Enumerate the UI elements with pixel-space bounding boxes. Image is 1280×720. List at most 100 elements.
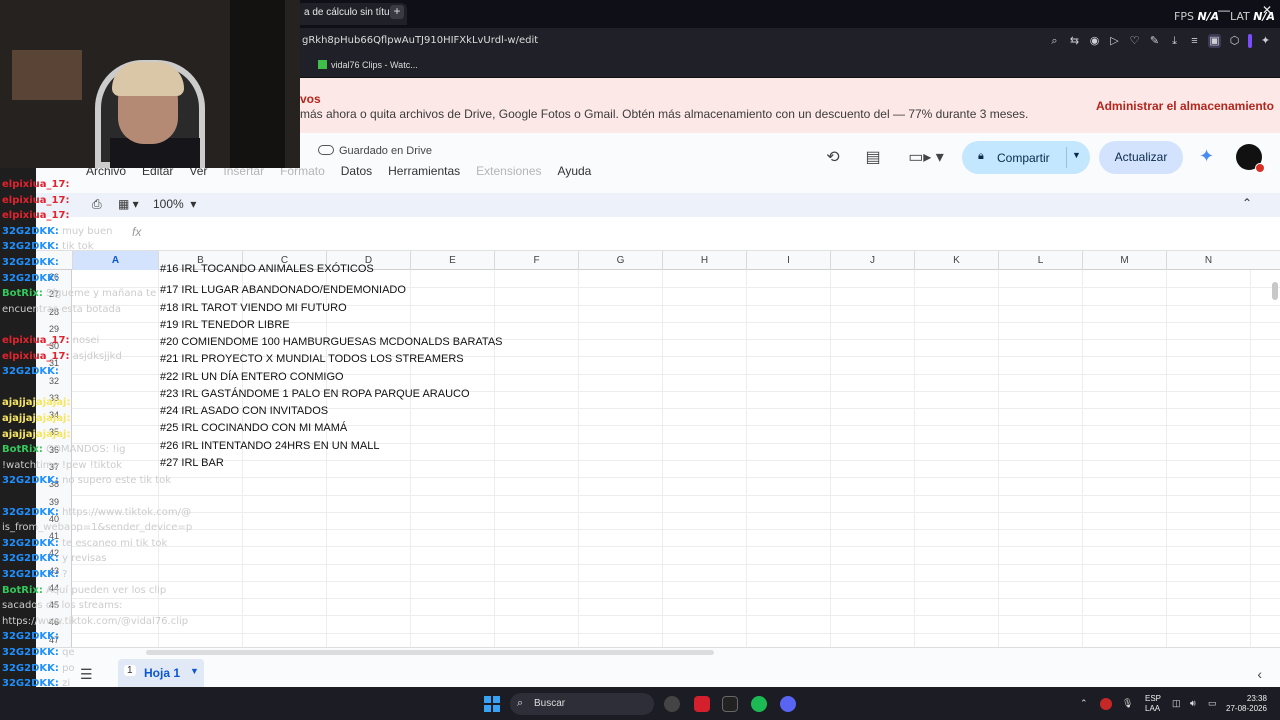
col-header[interactable]: G (578, 251, 662, 270)
col-header[interactable]: L (998, 251, 1082, 270)
clock[interactable]: 23:38 27-08-2026 (1226, 694, 1267, 714)
col-header[interactable]: J (830, 251, 914, 270)
vertical-scrollbar[interactable] (1272, 282, 1278, 300)
update-button[interactable]: Actualizar (1099, 141, 1183, 174)
chat-username[interactable]: 32G2DKK: (2, 569, 59, 580)
col-header[interactable]: I (746, 251, 830, 270)
opera-gx-icon[interactable] (694, 696, 710, 712)
new-tab-button[interactable]: + (390, 5, 404, 19)
chat-username[interactable]: 32G2DKK: (2, 663, 59, 674)
share-dropdown-icon[interactable]: ▼ (1072, 150, 1081, 160)
col-header[interactable]: N (1166, 251, 1250, 270)
bookmark-heart-icon[interactable]: ♡ (1128, 34, 1141, 48)
taskbar-search[interactable]: ⌕ Buscar (510, 693, 654, 715)
menu-datos[interactable]: Datos (341, 164, 372, 178)
saved-status[interactable]: Guardado en Drive (318, 145, 432, 157)
col-header[interactable]: F (494, 251, 578, 270)
menu-extensiones[interactable]: Extensiones (476, 164, 541, 178)
chevron-up-icon[interactable]: ⌃ (1242, 196, 1252, 210)
sheet-tab-dropdown-icon[interactable]: ▼ (190, 666, 199, 676)
chat-username[interactable]: elpixiua_17: (2, 179, 69, 190)
cell-b[interactable]: #23 IRL GASTÁNDOME 1 PALO EN ROPA PARQUE… (160, 388, 470, 400)
microphone-icon[interactable]: 🎙︎ (1122, 698, 1133, 709)
cell-b[interactable]: #18 IRL TAROT VIENDO MI FUTURO (160, 302, 347, 314)
sidebar-indicator-icon[interactable] (1248, 34, 1252, 48)
network-icon[interactable]: ◫ (1172, 698, 1181, 709)
chat-username[interactable]: 32G2DKK: (2, 507, 59, 518)
chat-username[interactable]: 32G2DKK: (2, 475, 59, 486)
discord-icon[interactable] (780, 696, 796, 712)
col-header[interactable]: E (410, 251, 494, 270)
share-button[interactable]: 🔒︎ Compartir ▼ (962, 141, 1090, 174)
banner-message: más ahora o quita archivos de Drive, Goo… (300, 107, 1029, 121)
download-icon[interactable]: ⤓ (1168, 34, 1181, 48)
translate-icon[interactable]: ⇆ (1068, 34, 1081, 48)
chat-username[interactable]: ajajjajajajaj: (2, 429, 70, 440)
chat-username[interactable]: elpixiua_17: (2, 210, 69, 221)
cell-b[interactable]: #25 IRL COCINANDO CON MI MAMÁ (160, 422, 347, 434)
camera-icon[interactable]: ◉ (1088, 34, 1101, 48)
chat-username[interactable]: 32G2DKK: (2, 257, 59, 268)
battery-icon[interactable]: ▭ (1208, 698, 1217, 709)
chat-username[interactable]: 32G2DKK: (2, 366, 59, 377)
menu-herramientas[interactable]: Herramientas (388, 164, 460, 178)
chat-username[interactable]: 32G2DKK: (2, 538, 59, 549)
collapse-side-panel-icon[interactable]: ‹ (1257, 666, 1262, 682)
chat-username[interactable]: BotRix: (2, 444, 43, 455)
obs-icon[interactable] (664, 696, 680, 712)
epic-games-icon[interactable] (722, 696, 738, 712)
cell-b[interactable]: #26 IRL INTENTANDO 24HRS EN UN MALL (160, 440, 379, 452)
spotify-icon[interactable] (751, 696, 767, 712)
cell-b[interactable]: #16 IRL TOCANDO ANIMALES EXÓTICOS (160, 263, 374, 275)
wallet-icon[interactable]: ▣ (1208, 34, 1221, 48)
cube-icon[interactable]: ⬡ (1228, 34, 1241, 48)
avatar[interactable] (1236, 144, 1265, 173)
chat-username[interactable]: ajajjajajajaj: (2, 397, 70, 408)
search-icon: ⌕ (517, 697, 524, 709)
video-call-icon[interactable]: ▭▸ ▾ (908, 148, 944, 168)
cell-b[interactable]: #20 COMIENDOME 100 HAMBURGUESAS MCDONALD… (160, 336, 503, 348)
tray-app-icon[interactable] (1100, 698, 1112, 710)
chat-username[interactable]: 32G2DKK: (2, 226, 59, 237)
col-header[interactable]: M (1082, 251, 1166, 270)
windows-start-icon[interactable] (484, 696, 500, 712)
tray-chevron-icon[interactable]: ⌃ (1080, 698, 1088, 709)
play-icon[interactable]: ▷ (1108, 34, 1121, 48)
spreadsheet-grid[interactable]: A B C D E F G H I J K L M N 26 27 28 29 30 31… (36, 251, 1280, 647)
bookmark-item[interactable]: vidal76 Clips - Watc... (318, 60, 418, 70)
url-field[interactable]: gRkh8pHub66QflpwAuTJ910HIFXkLvUrdl-w/edi… (302, 35, 538, 46)
manage-storage-button[interactable]: Administrar el almacenamiento (1096, 99, 1274, 113)
volume-icon[interactable]: 🔊︎ (1190, 698, 1196, 709)
cell-b[interactable]: #19 IRL TENEDOR LIBRE (160, 319, 290, 331)
horizontal-scrollbar[interactable] (146, 650, 714, 655)
cell-b[interactable]: #22 IRL UN DÍA ENTERO CONMIGO (160, 371, 344, 383)
chat-username[interactable]: 32G2DKK: (2, 631, 59, 642)
cell-b[interactable]: #17 IRL LUGAR ABANDONADO/ENDEMONIADO (160, 284, 406, 296)
ai-icon[interactable]: ✦ (1259, 34, 1272, 48)
tab-list-icon[interactable]: ≡ (1188, 34, 1201, 48)
history-icon[interactable]: ⟲ (822, 148, 844, 168)
chat-username[interactable]: 32G2DKK: (2, 647, 59, 658)
col-header[interactable]: K (914, 251, 998, 270)
comment-icon[interactable]: ▤ (862, 148, 884, 168)
chat-username[interactable]: BotRix: (2, 288, 43, 299)
cell-b[interactable]: #21 IRL PROYECTO X MUNDIAL TODOS LOS STR… (160, 353, 464, 365)
chat-username[interactable]: 32G2DKK: (2, 678, 59, 689)
chat-username[interactable]: 32G2DKK: (2, 553, 59, 564)
minimize-button[interactable]: — (1218, 3, 1230, 17)
chat-username[interactable]: elpixiua_17: (2, 351, 69, 362)
search-page-icon[interactable]: ⌕ (1048, 34, 1061, 48)
chat-username[interactable]: elpixiua_17: (2, 195, 69, 206)
edit-icon[interactable]: ✎ (1148, 34, 1161, 48)
chat-username[interactable]: elpixiua_17: (2, 335, 69, 346)
chat-username[interactable]: BotRix: (2, 585, 43, 596)
chat-username[interactable]: 32G2DKK: (2, 273, 59, 284)
language-indicator[interactable]: ESP LAA (1145, 694, 1161, 714)
chat-username[interactable]: ajajjajajajaj: (2, 413, 70, 424)
chat-username[interactable]: 32G2DKK: (2, 241, 59, 252)
col-header[interactable]: H (662, 251, 746, 270)
close-button[interactable]: ✕ (1262, 3, 1272, 17)
cell-b[interactable]: #24 IRL ASADO CON INVITADOS (160, 405, 328, 417)
gemini-icon[interactable]: ✦ (1199, 146, 1214, 167)
menu-ayuda[interactable]: Ayuda (558, 164, 592, 178)
